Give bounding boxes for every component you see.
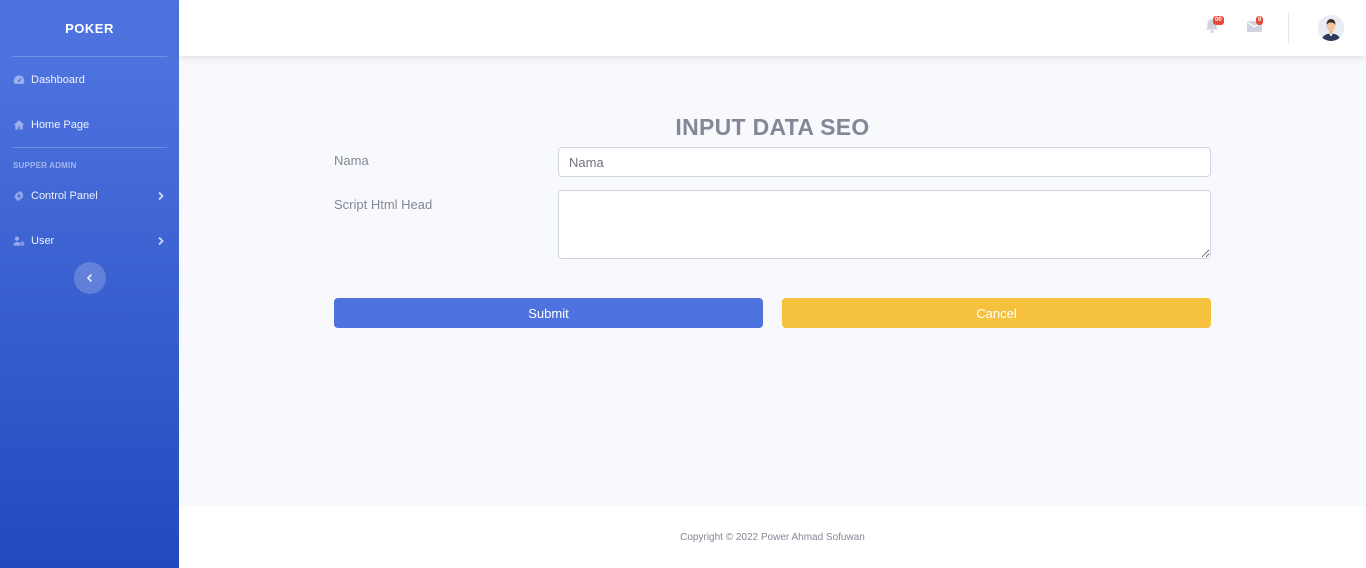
chevron-right-icon — [156, 236, 166, 246]
sidebar-heading: SUPPER ADMIN — [13, 161, 77, 170]
alerts-button[interactable]: 00 — [1205, 16, 1224, 36]
sidebar-item-label: Control Panel — [31, 189, 98, 202]
page-title: INPUT DATA SEO — [675, 114, 870, 140]
script-html-head-textarea[interactable] — [558, 190, 1211, 259]
home-icon — [13, 119, 25, 131]
alerts-counter-badge: 00 — [1213, 16, 1224, 25]
sidebar-item-label: Home Page — [31, 118, 90, 131]
script-html-head-label: Script Html Head — [334, 197, 433, 212]
cancel-button[interactable]: Cancel — [782, 298, 1211, 328]
messages-counter-badge: 0 — [1256, 16, 1264, 25]
sidebar-brand[interactable]: POKER — [0, 0, 179, 56]
sidebar-item-dashboard[interactable]: Dashboard — [0, 57, 179, 102]
user-avatar[interactable] — [1318, 15, 1344, 41]
topbar-divider — [1288, 13, 1289, 43]
user-cog-icon — [13, 235, 25, 247]
topbar: 00 0 — [179, 0, 1366, 56]
sidebar-item-label: Dashboard — [31, 73, 85, 86]
avatar-icon — [1318, 15, 1344, 41]
sidebar: POKER Dashboard Home Page SUPPER ADMIN C… — [0, 0, 179, 568]
nama-label: Nama — [334, 153, 369, 168]
sidebar-item-home-page[interactable]: Home Page — [0, 102, 179, 147]
sidebar-item-control-panel[interactable]: Control Panel — [0, 173, 179, 218]
gear-icon — [13, 190, 25, 202]
messages-button[interactable]: 0 — [1247, 16, 1265, 36]
chevron-right-icon — [156, 191, 166, 201]
sidebar-item-user[interactable]: User — [0, 218, 179, 263]
sidebar-toggle-button[interactable] — [74, 262, 106, 294]
main-content: INPUT DATA SEO Nama Script Html Head Sub… — [179, 56, 1366, 506]
chevron-left-icon — [85, 273, 95, 283]
submit-button[interactable]: Submit — [334, 298, 763, 328]
footer: Copyright © 2022 Power Ahmad Sofuwan — [179, 506, 1366, 568]
sidebar-item-label: User — [31, 234, 55, 247]
copyright-text: Copyright © 2022 Power Ahmad Sofuwan — [680, 531, 865, 543]
nama-input[interactable] — [558, 147, 1211, 177]
tachometer-icon — [13, 74, 25, 86]
